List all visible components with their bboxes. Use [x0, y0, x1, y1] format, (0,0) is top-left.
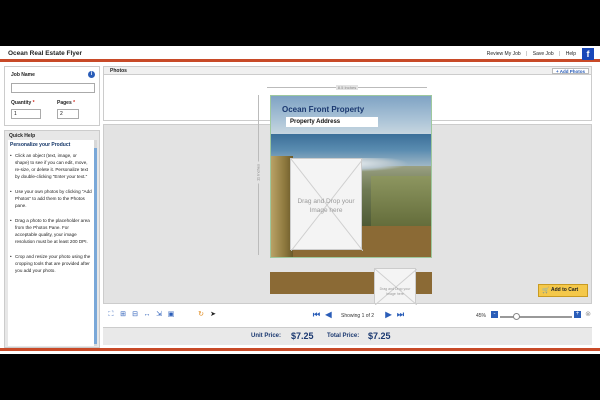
preview-icon[interactable]: ▣ — [167, 311, 175, 319]
save-job-link[interactable]: Save Job — [533, 51, 554, 57]
next-page-icon[interactable]: ▶ — [384, 310, 393, 320]
pages-input[interactable]: 2 — [57, 109, 79, 119]
help-item: Use your own photos by clicking "Add Pho… — [10, 188, 92, 209]
sky-background — [271, 96, 431, 134]
help-list: Click an object (text, image, or shape) … — [8, 150, 94, 274]
help-heading: Personalize your Product — [10, 142, 71, 148]
small-image-placeholder[interactable]: Drag and Drop your Image here — [374, 268, 417, 305]
height-dimension: 11 Inches — [253, 95, 263, 255]
quantity-label: Quantity * — [11, 100, 35, 106]
help-link[interactable]: Help — [566, 51, 576, 57]
page-indicator: Showing 1 of 2 — [341, 313, 375, 319]
info-icon[interactable]: i — [88, 71, 95, 78]
quick-help-title: Quick Help — [9, 133, 36, 139]
job-panel: Job Name i Quantity * 1 Pages * 2 — [4, 66, 100, 126]
help-item: Drag a photo to the placeholder area fro… — [10, 217, 92, 245]
total-price-value: $7.25 — [368, 331, 391, 341]
stretch-icon[interactable]: ↔ — [143, 311, 151, 319]
zoom-slider-knob[interactable] — [513, 313, 520, 320]
fit-page-icon[interactable]: ⛶ — [107, 311, 115, 319]
zoom-out-button[interactable]: - — [491, 311, 498, 318]
total-price-label: Total Price: — [327, 333, 360, 339]
review-my-job-link[interactable]: Review My Job — [487, 51, 521, 57]
unit-price-value: $7.25 — [291, 331, 314, 341]
flyer-title[interactable]: Ocean Front Property — [282, 105, 364, 114]
pages-label: Pages * — [57, 100, 76, 106]
small-placeholder-text: Drag and Drop your Image here — [379, 287, 411, 296]
height-dimension-label: 11 Inches — [255, 161, 261, 184]
app-title: Ocean Real Estate Flyer — [8, 50, 83, 57]
width-dimension: 8.5 Inches — [267, 85, 427, 90]
price-bar: Unit Price: $7.25 Total Price: $7.25 — [103, 327, 592, 345]
main-placeholder-text: Drag and Drop your Image here — [297, 198, 355, 214]
rotate-icon[interactable]: ↻ — [197, 311, 205, 319]
bottom-accent-bar — [0, 348, 600, 354]
zoom-in-button[interactable]: + — [574, 311, 581, 318]
reset-zoom-icon[interactable]: ⊗ — [584, 311, 592, 319]
main-image-placeholder[interactable]: Drag and Drop your Image here — [290, 158, 363, 251]
add-photos-button[interactable]: + Add Photos — [552, 68, 589, 74]
coast-grass — [371, 176, 431, 226]
add-to-cart-button[interactable]: 🛒 Add to Cart — [538, 284, 588, 297]
pointer-icon[interactable]: ➤ — [209, 311, 217, 319]
separator: | — [526, 51, 528, 57]
job-name-input[interactable] — [11, 83, 95, 93]
fit-width-icon[interactable]: ⊞ — [119, 311, 127, 319]
help-item: Click an object (text, image, or shape) … — [10, 152, 92, 180]
unit-price-label: Unit Price: — [251, 333, 282, 339]
separator: | — [559, 51, 561, 57]
add-to-cart-label: Add to Cart — [551, 287, 579, 293]
last-page-icon[interactable]: ⏭ — [396, 310, 405, 320]
help-scrollbar[interactable] — [94, 140, 97, 346]
app-window: Ocean Real Estate Flyer Review My Job | … — [0, 46, 600, 354]
first-page-icon[interactable]: ⏮ — [312, 310, 321, 320]
cart-icon: 🛒 — [542, 288, 550, 294]
fit-height-icon[interactable]: ⊟ — [131, 311, 139, 319]
align-icon[interactable]: ⇲ — [155, 311, 163, 319]
quick-help-body: Personalize your Product Click an object… — [8, 140, 94, 346]
left-panel: Job Name i Quantity * 1 Pages * 2 Quick … — [4, 66, 100, 348]
job-name-label: Job Name — [11, 72, 35, 78]
photos-header: Photos + Add Photos — [104, 67, 591, 75]
property-address-text[interactable]: Property Address — [286, 117, 378, 127]
zoom-level: 45% — [476, 313, 487, 319]
quantity-input[interactable]: 1 — [11, 109, 41, 119]
help-scroll-thumb[interactable] — [94, 148, 97, 344]
top-links: Review My Job | Save Job | Help — [483, 51, 576, 57]
facebook-icon[interactable]: f — [582, 48, 594, 60]
zoom-slider[interactable] — [500, 316, 572, 318]
previous-page-icon[interactable]: ◀ — [324, 310, 333, 320]
title-bar: Ocean Real Estate Flyer Review My Job | … — [0, 46, 600, 62]
photos-title: Photos — [110, 68, 127, 74]
quick-help-panel: Quick Help Personalize your Product Clic… — [4, 130, 100, 348]
help-item: Crop and resize your photo using the cro… — [10, 253, 92, 274]
